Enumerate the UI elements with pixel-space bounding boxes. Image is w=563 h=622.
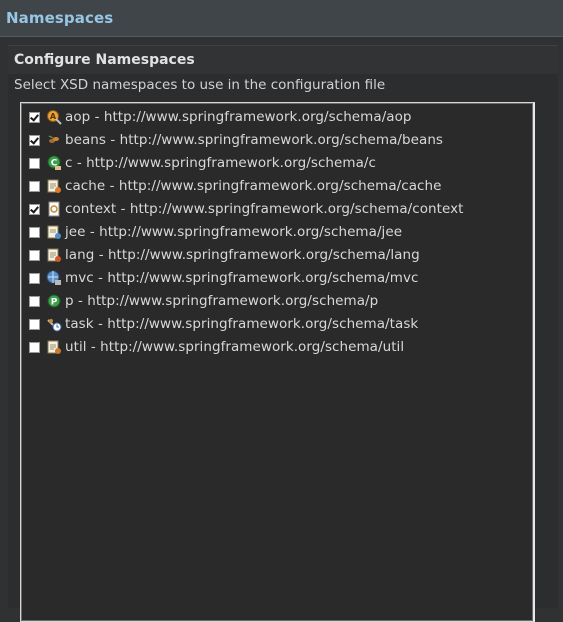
jee-icon [47,225,61,239]
namespace-label: mvc - http://www.springframework.org/sch… [65,270,419,286]
namespace-row-mvc[interactable]: mvc - http://www.springframework.org/sch… [29,268,418,288]
window-titlebar: Namespaces [0,0,563,37]
namespace-label: c - http://www.springframework.org/schem… [65,155,376,171]
namespaces-panel: Configure Namespaces Select XSD namespac… [8,45,558,622]
namespace-label: task - http://www.springframework.org/sc… [65,316,419,332]
namespace-row-jee[interactable]: jee - http://www.springframework.org/sch… [29,222,402,242]
namespace-label: beans - http://www.springframework.org/s… [65,132,444,148]
namespace-row-util[interactable]: util - http://www.springframework.org/sc… [29,337,404,357]
namespace-row-lang[interactable]: lang - http://www.springframework.org/sc… [29,245,420,265]
namespace-label: util - http://www.springframework.org/sc… [65,339,405,355]
namespace-label: p - http://www.springframework.org/schem… [65,293,379,309]
namespace-row-p[interactable]: P p - http://www.springframework.org/sch… [29,291,378,311]
beans-icon [48,135,59,143]
namespace-checkbox-beans[interactable] [29,134,40,146]
namespace-row-c[interactable]: C c - http://www.springframework.org/sch… [29,153,376,173]
namespace-label: aop - http://www.springframework.org/sch… [65,109,412,125]
namespace-checkbox-c[interactable] [29,157,40,169]
cache-icon [47,179,61,193]
namespace-label: cache - http://www.springframework.org/s… [65,178,442,194]
namespace-row-beans[interactable]: beans - http://www.springframework.org/s… [29,130,443,150]
namespace-label: context - http://www.springframework.org… [65,201,464,217]
namespace-row-task[interactable]: task - http://www.springframework.org/sc… [29,314,418,334]
namespace-row-aop[interactable]: A aop - http://www.springframework.org/s… [29,107,412,127]
namespace-checkbox-jee[interactable] [29,226,40,238]
lang-icon [47,248,61,262]
c-namespace-icon: C [47,155,61,170]
section-description: Select XSD namespaces to use in the conf… [14,77,386,93]
namespace-checkbox-context[interactable] [29,203,40,215]
task-icon [47,319,62,332]
mvc-icon [46,270,61,285]
namespace-row-context[interactable]: context - http://www.springframework.org… [29,199,464,219]
window-title: Namespaces [6,9,114,27]
p-namespace-icon: P [47,294,61,308]
namespace-checkbox-aop[interactable] [29,111,40,123]
namespace-label: jee - http://www.springframework.org/sch… [65,224,403,240]
context-icon [48,201,60,217]
namespace-checkbox-p[interactable] [29,295,40,307]
section-title: Configure Namespaces [14,52,195,68]
svg-text:P: P [51,298,58,308]
namespace-label: lang - http://www.springframework.org/sc… [65,247,420,263]
namespace-checkbox-task[interactable] [29,318,40,330]
aop-icon: A [47,110,62,125]
namespace-list-frame: A aop - http://www.springframework.org/s… [21,103,533,621]
namespace-checkbox-mvc[interactable] [29,272,40,284]
util-icon [47,340,61,354]
namespace-checkbox-cache[interactable] [29,180,40,192]
namespace-checkbox-util[interactable] [29,341,40,353]
namespace-list[interactable]: A aop - http://www.springframework.org/s… [20,102,535,622]
namespace-row-cache[interactable]: cache - http://www.springframework.org/s… [29,176,442,196]
namespace-checkbox-lang[interactable] [29,249,40,261]
